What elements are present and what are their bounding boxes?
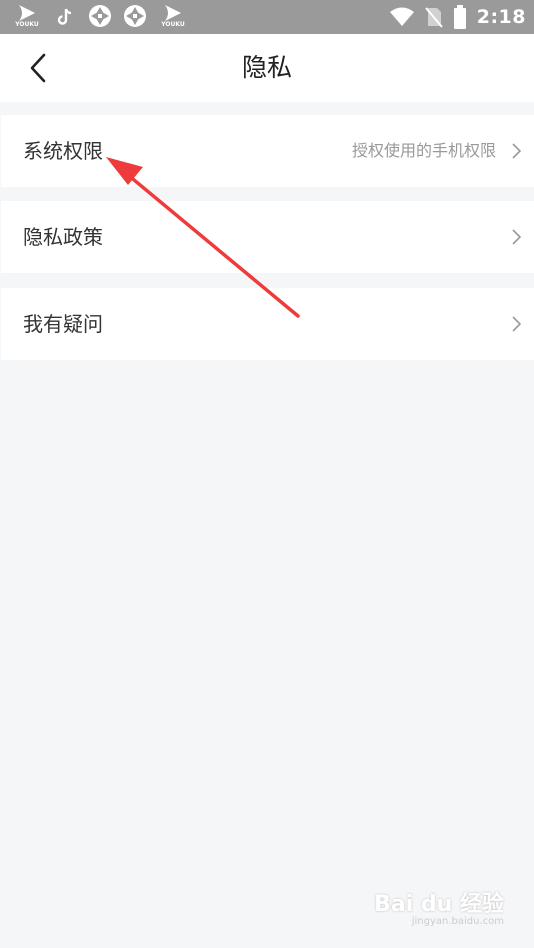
back-button[interactable]	[18, 48, 58, 88]
no-sim-icon	[424, 7, 443, 28]
watermark: Bai du 经验 jingyan.baidu.com	[374, 886, 504, 927]
row-label: 隐私政策	[23, 225, 103, 249]
page-title: 隐私	[241, 53, 292, 82]
aperture-icon	[122, 3, 148, 31]
youku-icon: YOUKU	[160, 3, 186, 31]
aperture-icon	[87, 3, 113, 31]
status-bar: YOUKU YOUKU 2:18	[0, 0, 534, 34]
nav-bar: 隐私	[0, 34, 534, 102]
settings-row-privacy-policy[interactable]: 隐私政策	[1, 201, 534, 273]
row-hint: 授权使用的手机权限	[351, 141, 496, 160]
settings-row-system-permissions[interactable]: 系统权限 授权使用的手机权限	[1, 115, 534, 187]
wifi-icon	[389, 7, 414, 26]
row-label: 系统权限	[23, 139, 103, 163]
settings-row-questions[interactable]: 我有疑问	[1, 288, 534, 360]
row-label: 我有疑问	[23, 312, 103, 336]
youku-icon: YOUKU	[14, 3, 40, 31]
chevron-left-icon	[30, 53, 46, 83]
chevron-right-icon	[512, 229, 522, 245]
chevron-right-icon	[512, 143, 522, 159]
battery-icon	[453, 5, 466, 29]
chevron-right-icon	[512, 316, 522, 332]
tiktok-icon	[52, 3, 78, 31]
status-time: 2:18	[476, 6, 526, 28]
watermark-logo: Bai du 经验	[374, 892, 504, 917]
